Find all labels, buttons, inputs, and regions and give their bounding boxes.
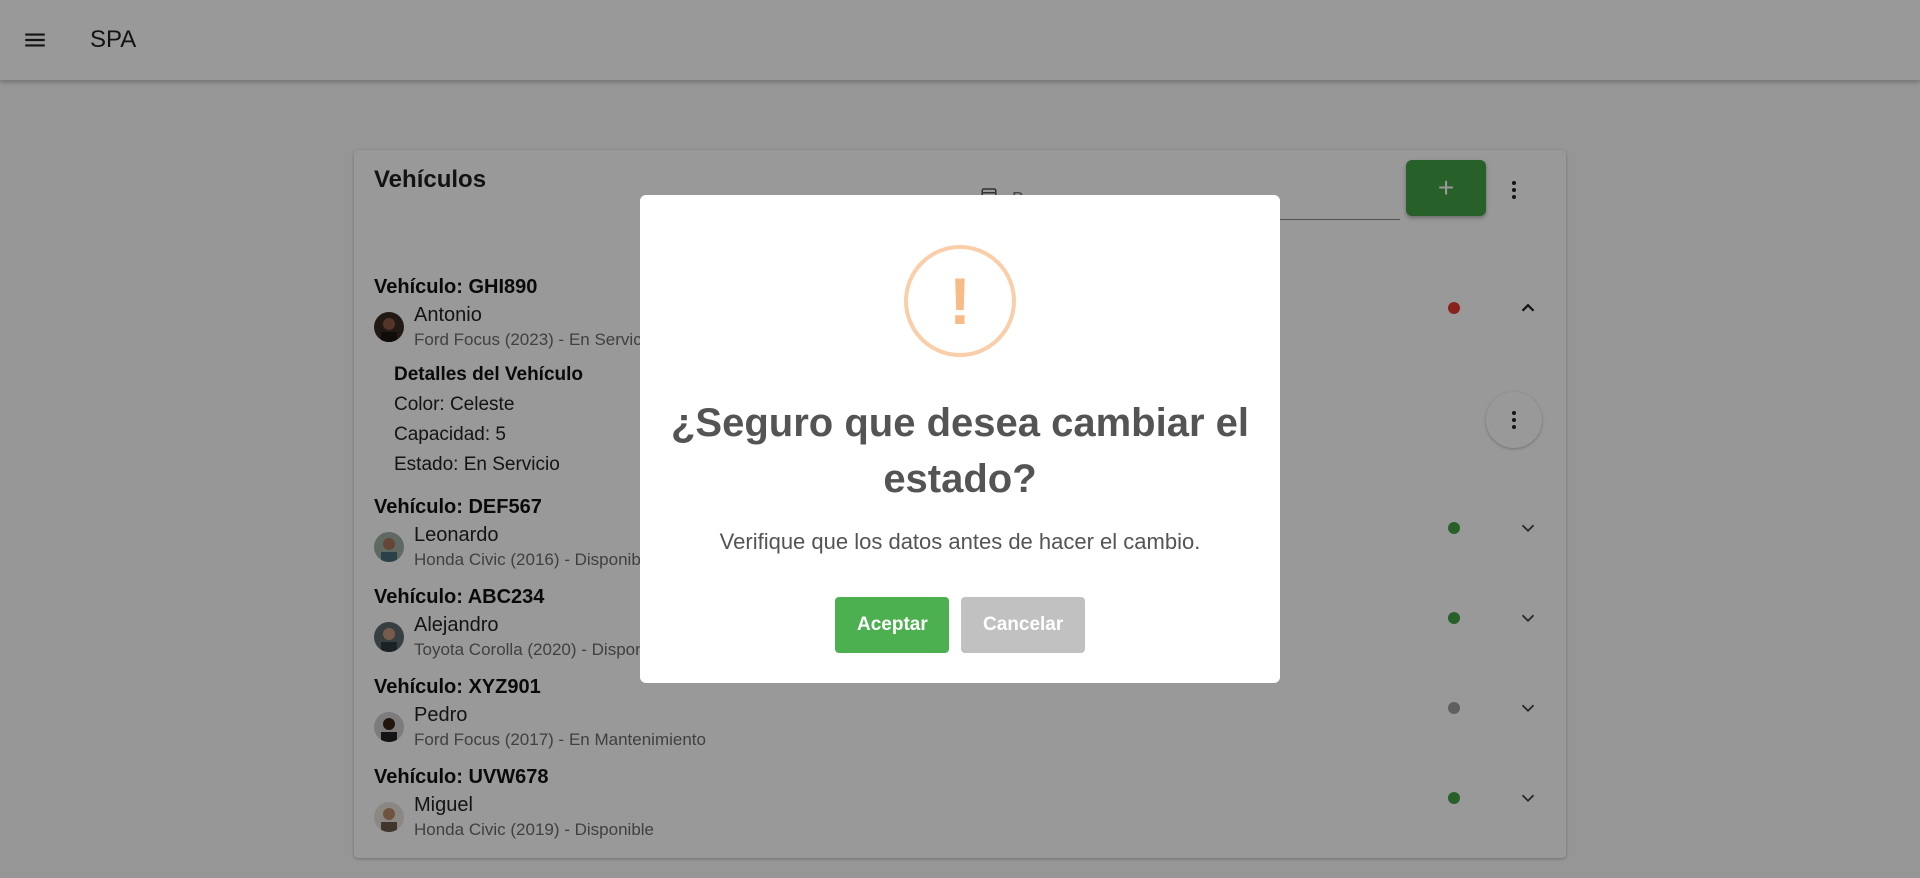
- cancel-button[interactable]: Cancelar: [961, 597, 1085, 653]
- dialog-actions: Aceptar Cancelar: [640, 597, 1280, 653]
- accept-button[interactable]: Aceptar: [835, 597, 949, 653]
- warning-icon: !: [904, 245, 1016, 357]
- dialog-title: ¿Seguro que desea cambiar el estado?: [671, 401, 1249, 501]
- confirm-dialog: ! ¿Seguro que desea cambiar el estado? V…: [640, 195, 1280, 683]
- dialog-message: Verifique que los datos antes de hacer e…: [719, 529, 1201, 554]
- warning-glyph: !: [949, 264, 971, 338]
